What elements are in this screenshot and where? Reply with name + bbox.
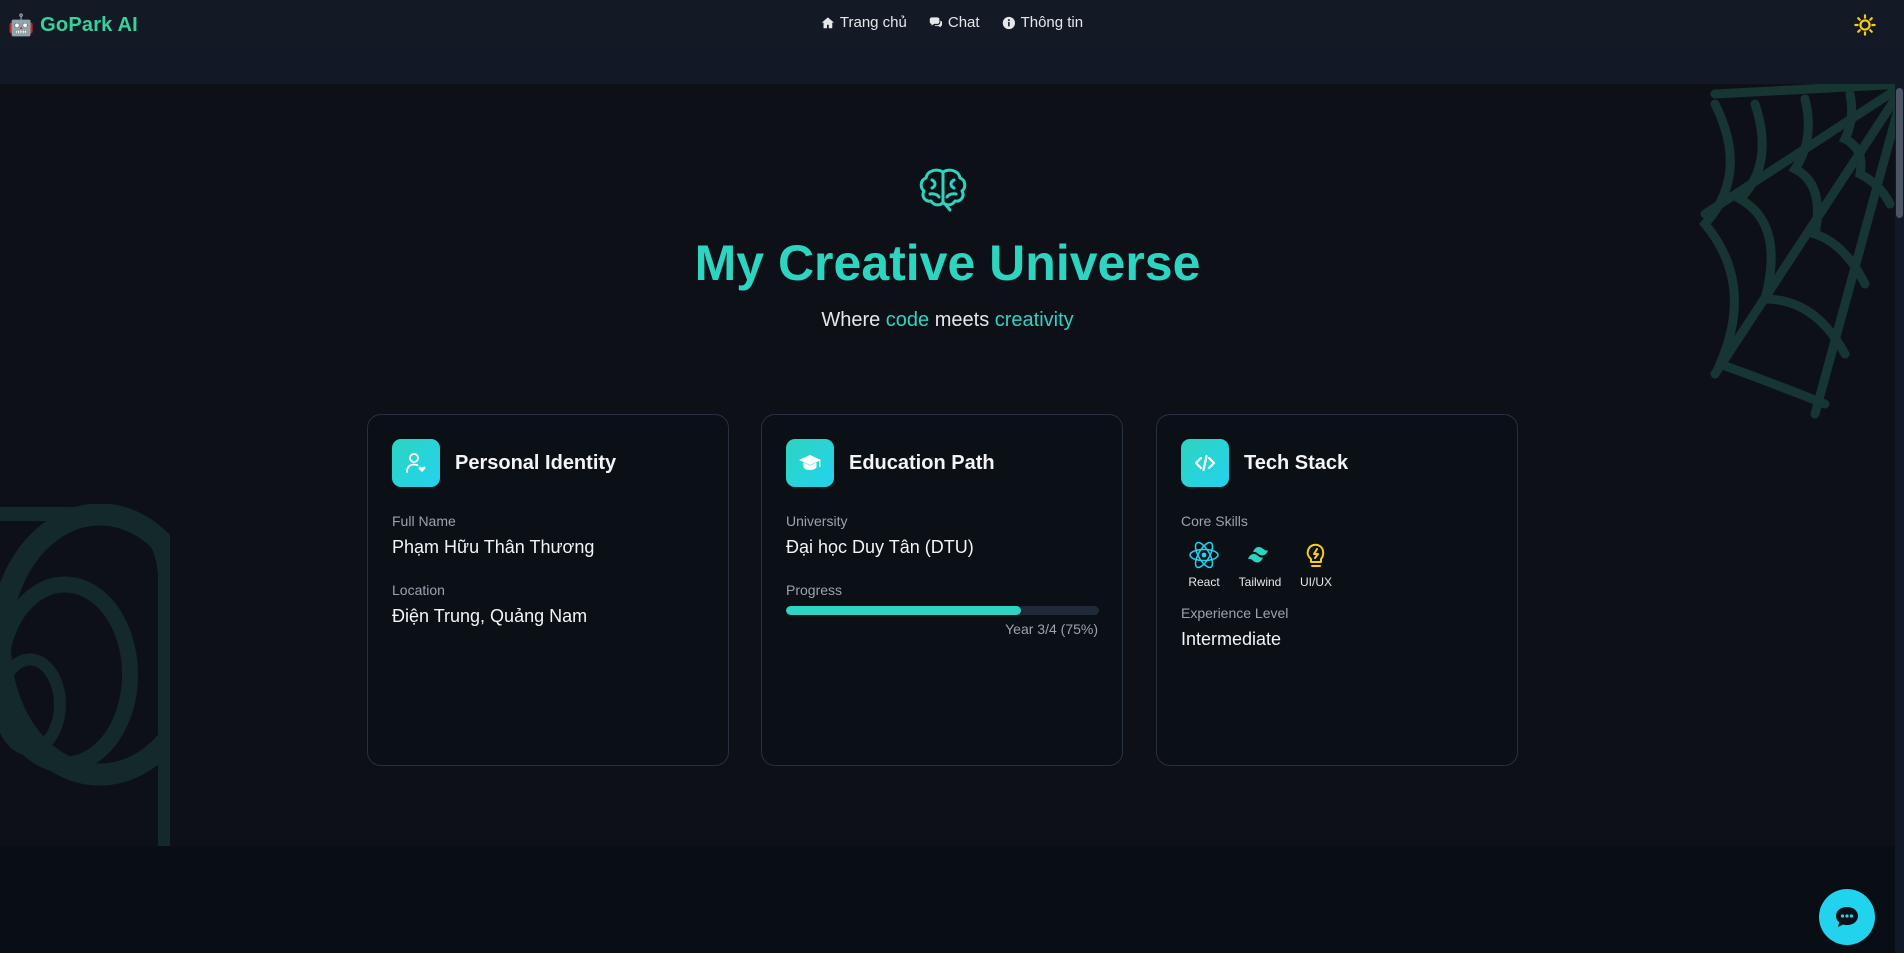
progress-text: Year 3/4 (75%)	[1005, 621, 1098, 637]
home-icon	[821, 16, 835, 28]
nav-link-info[interactable]: Thông tin	[1002, 14, 1084, 31]
progress-label: Progress	[786, 582, 843, 598]
skill-react: React	[1181, 539, 1227, 589]
lightbulb-icon	[1306, 543, 1325, 567]
page-bottom-section	[0, 846, 1895, 953]
page-scrollbar[interactable]	[1895, 84, 1904, 953]
top-navbar: 🤖 GoPark AI Trang chủ Chat Thông tin	[0, 0, 1904, 50]
nav-link-label: Trang chủ	[839, 14, 907, 31]
subtitle-accent-code: code	[885, 309, 930, 331]
card-title: Personal Identity	[455, 451, 617, 474]
hero-section: My Creative Universe Where code meets cr…	[0, 84, 1895, 846]
nav-link-home[interactable]: Trang chủ	[821, 14, 907, 31]
tech-stack-card: Tech Stack Core Skills React Tailwind UI…	[1156, 414, 1518, 766]
skill-name: Tailwind	[1238, 575, 1282, 589]
navbar-substrip	[0, 50, 1904, 84]
full-name-value: Phạm Hữu Thân Thương	[392, 537, 595, 557]
location-label: Location	[392, 582, 445, 598]
comments-icon	[929, 16, 942, 27]
scrollbar-thumb[interactable]	[1896, 88, 1903, 218]
spiral-decoration	[0, 504, 170, 846]
university-value: Đại học Duy Tân (DTU)	[786, 537, 974, 557]
nav-link-label: Thông tin	[1020, 14, 1084, 31]
hero-subtitle: Where code meets creativity	[0, 309, 1895, 332]
comment-dots-icon	[1836, 907, 1858, 927]
tailwind-icon	[1248, 547, 1268, 563]
personal-identity-card: Personal Identity Full Name Phạm Hữu Thâ…	[367, 414, 729, 766]
info-icon	[1002, 16, 1015, 29]
skill-name: React	[1188, 575, 1220, 589]
location-value: Điện Trung, Quảng Nam	[392, 606, 588, 626]
brand-logo[interactable]: 🤖 GoPark AI	[8, 14, 138, 37]
chat-button[interactable]	[1819, 889, 1875, 945]
skill-tailwind: Tailwind	[1237, 539, 1283, 589]
nav-link-chat[interactable]: Chat	[929, 14, 980, 31]
brand-name: GoPark AI	[40, 13, 138, 36]
code-icon	[1181, 439, 1229, 487]
education-path-card: Education Path University Đại học Duy Tâ…	[761, 414, 1123, 766]
hero-title: My Creative Universe	[694, 235, 1201, 291]
nav-link-label: Chat	[947, 14, 980, 31]
card-title: Education Path	[849, 451, 995, 474]
graduation-cap-icon	[786, 439, 834, 487]
core-skills-label: Core Skills	[1181, 513, 1248, 529]
experience-level-value: Intermediate	[1181, 629, 1282, 649]
subtitle-text: Where	[821, 309, 886, 331]
skill-uiux: UI/UX	[1293, 539, 1339, 589]
robot-icon: 🤖	[8, 13, 35, 37]
nav-links: Trang chủ Chat Thông tin	[821, 14, 1083, 31]
brain-icon	[919, 168, 967, 212]
full-name-label: Full Name	[392, 513, 456, 529]
skill-name: UI/UX	[1299, 575, 1332, 589]
progress-bar-fill	[786, 606, 1021, 615]
card-title: Tech Stack	[1244, 451, 1349, 474]
subtitle-accent-creativity: creativity	[994, 309, 1074, 331]
react-icon	[1189, 541, 1219, 569]
progress-bar	[786, 606, 1099, 615]
experience-level-label: Experience Level	[1181, 605, 1289, 621]
skills-list: React Tailwind UI/UX	[1181, 539, 1493, 589]
university-label: University	[786, 513, 848, 529]
theme-toggle-button[interactable]	[1852, 12, 1878, 38]
subtitle-text: meets	[929, 309, 995, 331]
user-heart-icon	[392, 439, 440, 487]
sun-icon	[1854, 14, 1876, 36]
